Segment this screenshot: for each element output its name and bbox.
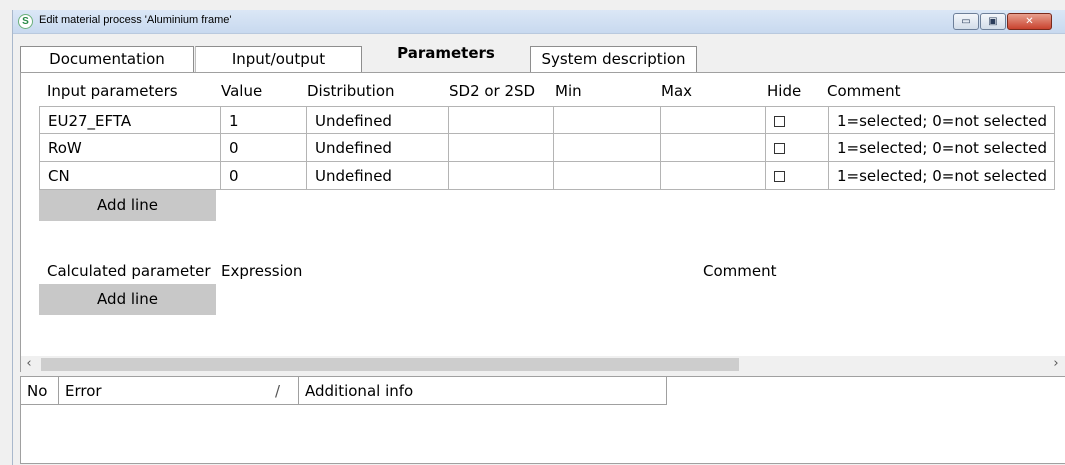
error-header-error[interactable]: Error / [59, 377, 299, 405]
param-min-cell[interactable] [554, 106, 661, 134]
param-comment-cell[interactable]: 1=selected; 0=not selected [829, 162, 1055, 190]
horizontal-scrollbar[interactable]: ‹ › [21, 356, 1065, 372]
app-logo-icon: S [18, 14, 33, 29]
add-calculated-line-button[interactable]: Add line [39, 284, 216, 315]
edit-process-window: S Edit material process 'Aluminium frame… [12, 10, 1065, 465]
table-row: RoW 0 Undefined 1=selected; 0=not select… [39, 134, 1055, 162]
window-title: Edit material process 'Aluminium frame' [39, 14, 232, 26]
header-distribution: Distribution [307, 82, 395, 100]
tab-input-output[interactable]: Input/output [195, 46, 362, 72]
param-name-cell[interactable]: RoW [39, 134, 221, 162]
error-list: No Error / Additional info [20, 376, 1065, 464]
param-name-cell[interactable]: CN [39, 162, 221, 190]
tab-bar: Documentation Input/output Parameters Sy… [13, 36, 1065, 72]
param-min-cell[interactable] [554, 162, 661, 190]
param-sd-cell[interactable] [449, 134, 554, 162]
param-distribution-cell[interactable]: Undefined [307, 106, 449, 134]
param-value-cell[interactable]: 1 [221, 106, 307, 134]
table-row: CN 0 Undefined 1=selected; 0=not selecte… [39, 162, 1055, 190]
error-header-additional-info[interactable]: Additional info [299, 377, 667, 405]
tab-documentation[interactable]: Documentation [20, 46, 194, 72]
scroll-right-icon[interactable]: › [1048, 356, 1064, 372]
param-sd-cell[interactable] [449, 162, 554, 190]
tab-parameters[interactable]: Parameters [363, 40, 529, 72]
header-min: Min [555, 82, 582, 100]
header-calculated-parameter: Calculated parameter [47, 262, 211, 280]
tab-system-description[interactable]: System description [530, 46, 697, 72]
param-distribution-cell[interactable]: Undefined [307, 134, 449, 162]
hide-checkbox[interactable] [774, 171, 785, 182]
scroll-thumb[interactable] [41, 358, 739, 371]
param-hide-cell [766, 162, 829, 190]
minimize-button[interactable]: ▭ [953, 13, 979, 30]
header-sd: SD2 or 2SD [449, 82, 536, 100]
header-expression: Expression [221, 262, 303, 280]
error-header-label: Error [65, 382, 102, 400]
parameters-panel: Input parameters Value Distribution SD2 … [20, 72, 1065, 372]
table-row: EU27_EFTA 1 Undefined 1=selected; 0=not … [39, 106, 1055, 134]
param-max-cell[interactable] [661, 106, 766, 134]
add-input-line-button[interactable]: Add line [39, 190, 216, 221]
title-bar[interactable]: S Edit material process 'Aluminium frame… [13, 10, 1065, 34]
header-hide: Hide [767, 82, 802, 100]
param-hide-cell [766, 106, 829, 134]
param-max-cell[interactable] [661, 134, 766, 162]
maximize-button[interactable]: ▣ [980, 13, 1006, 30]
param-name-cell[interactable]: EU27_EFTA [39, 106, 221, 134]
header-input-parameters: Input parameters [47, 82, 178, 100]
param-value-cell[interactable]: 0 [221, 134, 307, 162]
param-value-cell[interactable]: 0 [221, 162, 307, 190]
scroll-left-icon[interactable]: ‹ [21, 356, 37, 372]
header-max: Max [661, 82, 693, 100]
header-comment: Comment [827, 82, 901, 100]
param-comment-cell[interactable]: 1=selected; 0=not selected [829, 134, 1055, 162]
param-comment-cell[interactable]: 1=selected; 0=not selected [829, 106, 1055, 134]
close-button[interactable]: ✕ [1007, 13, 1052, 30]
param-sd-cell[interactable] [449, 106, 554, 134]
sort-indicator-icon: / [275, 382, 281, 400]
header-calc-comment: Comment [703, 262, 777, 280]
param-distribution-cell[interactable]: Undefined [307, 162, 449, 190]
param-max-cell[interactable] [661, 162, 766, 190]
error-header-no[interactable]: No [21, 377, 59, 405]
hide-checkbox[interactable] [774, 143, 785, 154]
param-hide-cell [766, 134, 829, 162]
param-min-cell[interactable] [554, 134, 661, 162]
header-value: Value [221, 82, 263, 100]
hide-checkbox[interactable] [774, 116, 785, 127]
